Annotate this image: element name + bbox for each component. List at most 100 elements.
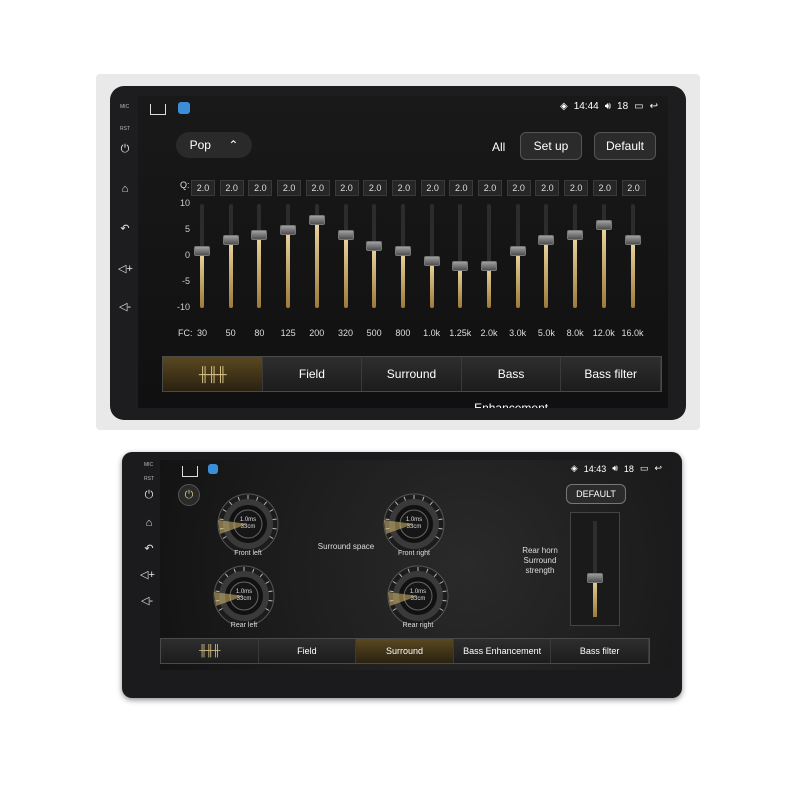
tab-bass-enhancement[interactable]: Bass Enhancement — [461, 357, 562, 408]
tab-bass-enhancement[interactable]: Bass Enhancement — [453, 639, 552, 663]
volume-up-icon[interactable]: ◁+ — [140, 568, 155, 582]
tab-field[interactable]: Field — [262, 357, 363, 391]
all-label[interactable]: All — [492, 140, 505, 154]
q-value-box[interactable]: 2.0 — [391, 180, 416, 196]
home-icon[interactable]: ⌂ — [118, 182, 132, 196]
home-icon[interactable] — [182, 466, 198, 477]
q-value-box[interactable]: 2.0 — [334, 180, 359, 196]
eq-slider-knob[interactable] — [366, 240, 383, 251]
eq-slider-fill — [544, 240, 549, 308]
q-value-box[interactable]: 2.0 — [420, 180, 445, 196]
tab-surround[interactable]: Surround — [356, 639, 454, 663]
power-icon[interactable]: ⏻ — [142, 488, 156, 502]
eq-slider-track[interactable] — [257, 204, 262, 308]
eq-slider-knob[interactable] — [509, 245, 526, 256]
eq-slider-track[interactable] — [228, 204, 233, 308]
eq-slider-track[interactable] — [630, 204, 635, 308]
eq-slider-knob[interactable] — [567, 230, 584, 241]
eq-slider-knob[interactable] — [452, 261, 469, 272]
volume-down-icon[interactable]: ◁- — [140, 594, 154, 608]
preset-dropdown[interactable]: Pop ⌃ — [176, 132, 252, 158]
eq-slider-track[interactable] — [487, 204, 491, 308]
surround-screen: ◈ 14:43 🔊︎ 18 ▭ ↩ ⏻ DEFAULT 1.0ms 33cm Fr… — [160, 460, 672, 670]
eq-slider-track[interactable] — [372, 204, 377, 308]
eq-slider-track[interactable] — [544, 204, 549, 308]
eq-slider-knob[interactable] — [624, 235, 641, 246]
tab-equalizer[interactable]: ╫╫╫ — [163, 357, 263, 391]
eq-slider-knob[interactable] — [194, 245, 210, 256]
eq-slider-knob[interactable] — [481, 261, 497, 272]
q-value-box[interactable]: 2.0 — [564, 180, 589, 196]
eq-slider-fill — [257, 235, 262, 308]
delay-gauge[interactable]: 1.0ms 33cm Front left — [202, 490, 294, 560]
volume-down-icon[interactable]: ◁- — [118, 300, 132, 314]
eq-slider-knob[interactable] — [595, 219, 612, 230]
eq-slider-fill — [314, 219, 319, 308]
q-value-box[interactable]: 2.0 — [277, 180, 302, 196]
eq-slider-track[interactable] — [400, 204, 405, 308]
gauge-readout: 1.0ms 33cm — [405, 517, 423, 530]
q-value-box[interactable]: 2.0 — [592, 180, 617, 196]
rear-horn-slider[interactable] — [570, 512, 620, 626]
tab-bass-filter[interactable]: Bass filter — [561, 357, 661, 391]
q-value-box[interactable]: 2.0 — [363, 180, 388, 196]
q-value-box[interactable]: 2.0 — [506, 180, 531, 196]
volume-level: 18 — [623, 463, 634, 474]
fc-label: 3.0k — [509, 328, 527, 338]
back-arrow-icon[interactable]: ↩ — [654, 463, 662, 474]
window-icon[interactable]: ▭ — [634, 101, 643, 112]
slider-knob[interactable] — [587, 573, 603, 583]
rear-horn-label: Rear horn Surround strength — [522, 546, 558, 575]
fc-label: 320 — [337, 328, 354, 338]
eq-slider-track[interactable] — [573, 204, 578, 308]
eq-slider-track[interactable] — [343, 204, 348, 308]
eq-slider-knob[interactable] — [538, 235, 555, 246]
power-toggle-button[interactable]: ⏻ — [178, 484, 200, 506]
q-value-box[interactable]: 2.0 — [191, 180, 215, 196]
eq-slider-knob[interactable] — [280, 225, 297, 235]
q-value-box[interactable]: 2.0 — [449, 180, 474, 196]
fc-label: 50 — [225, 328, 236, 338]
q-value-box[interactable]: 2.0 — [248, 180, 273, 196]
eq-slider-track[interactable] — [458, 204, 463, 308]
eq-slider-knob[interactable] — [423, 256, 440, 267]
q-value-box[interactable]: 2.0 — [305, 180, 330, 196]
q-value-box[interactable]: 2.0 — [219, 180, 244, 196]
app-icon[interactable] — [178, 102, 190, 114]
eq-slider-knob[interactable] — [394, 245, 411, 256]
eq-slider-track[interactable] — [286, 204, 291, 308]
volume-up-icon[interactable]: ◁+ — [118, 262, 133, 276]
eq-slider-track[interactable] — [200, 204, 204, 308]
app-icon[interactable] — [208, 464, 218, 474]
home-icon[interactable]: ⌂ — [142, 516, 156, 530]
eq-slider-track[interactable] — [515, 204, 520, 308]
default-button[interactable]: Default — [594, 132, 656, 160]
eq-slider-knob[interactable] — [251, 230, 268, 241]
tab-surround[interactable]: Surround — [362, 357, 462, 391]
delay-gauge[interactable]: 1.0ms 33cm Rear right — [372, 562, 464, 632]
tab-bass-filter[interactable]: Bass filter — [551, 639, 649, 663]
default-button[interactable]: DEFAULT — [566, 484, 626, 504]
equalizer-icon: ╫╫╫ — [198, 366, 227, 382]
fc-label: 8.0k — [566, 328, 584, 338]
delay-gauge[interactable]: 1.0ms 33cm Front right — [368, 490, 460, 560]
window-icon[interactable]: ▭ — [640, 463, 649, 474]
gauge-tick — [272, 527, 277, 530]
q-value-box[interactable]: 2.0 — [535, 180, 560, 196]
eq-slider-knob[interactable] — [337, 230, 354, 241]
back-icon[interactable]: ↶ — [118, 222, 132, 236]
eq-slider-knob[interactable] — [308, 214, 325, 225]
power-icon[interactable]: ⏻ — [118, 142, 132, 156]
back-icon[interactable]: ↶ — [142, 542, 156, 556]
tab-field[interactable]: Field — [258, 639, 357, 663]
eq-slider-knob[interactable] — [222, 235, 239, 246]
back-arrow-icon[interactable]: ↩ — [650, 101, 658, 112]
tab-equalizer[interactable]: ╫╫╫ — [161, 639, 259, 663]
q-value-box[interactable]: 2.0 — [621, 180, 646, 196]
setup-button[interactable]: Set up — [520, 132, 582, 160]
top-side-panel: MIC RST ⏻ ⌂ ↶ ◁+ ◁- — [110, 86, 138, 420]
q-value-box[interactable]: 2.0 — [478, 180, 502, 196]
delay-gauge[interactable]: 1.0ms 33cm Rear left — [198, 562, 290, 632]
home-icon[interactable] — [150, 104, 166, 115]
surround-space-label: Surround space — [317, 542, 375, 551]
